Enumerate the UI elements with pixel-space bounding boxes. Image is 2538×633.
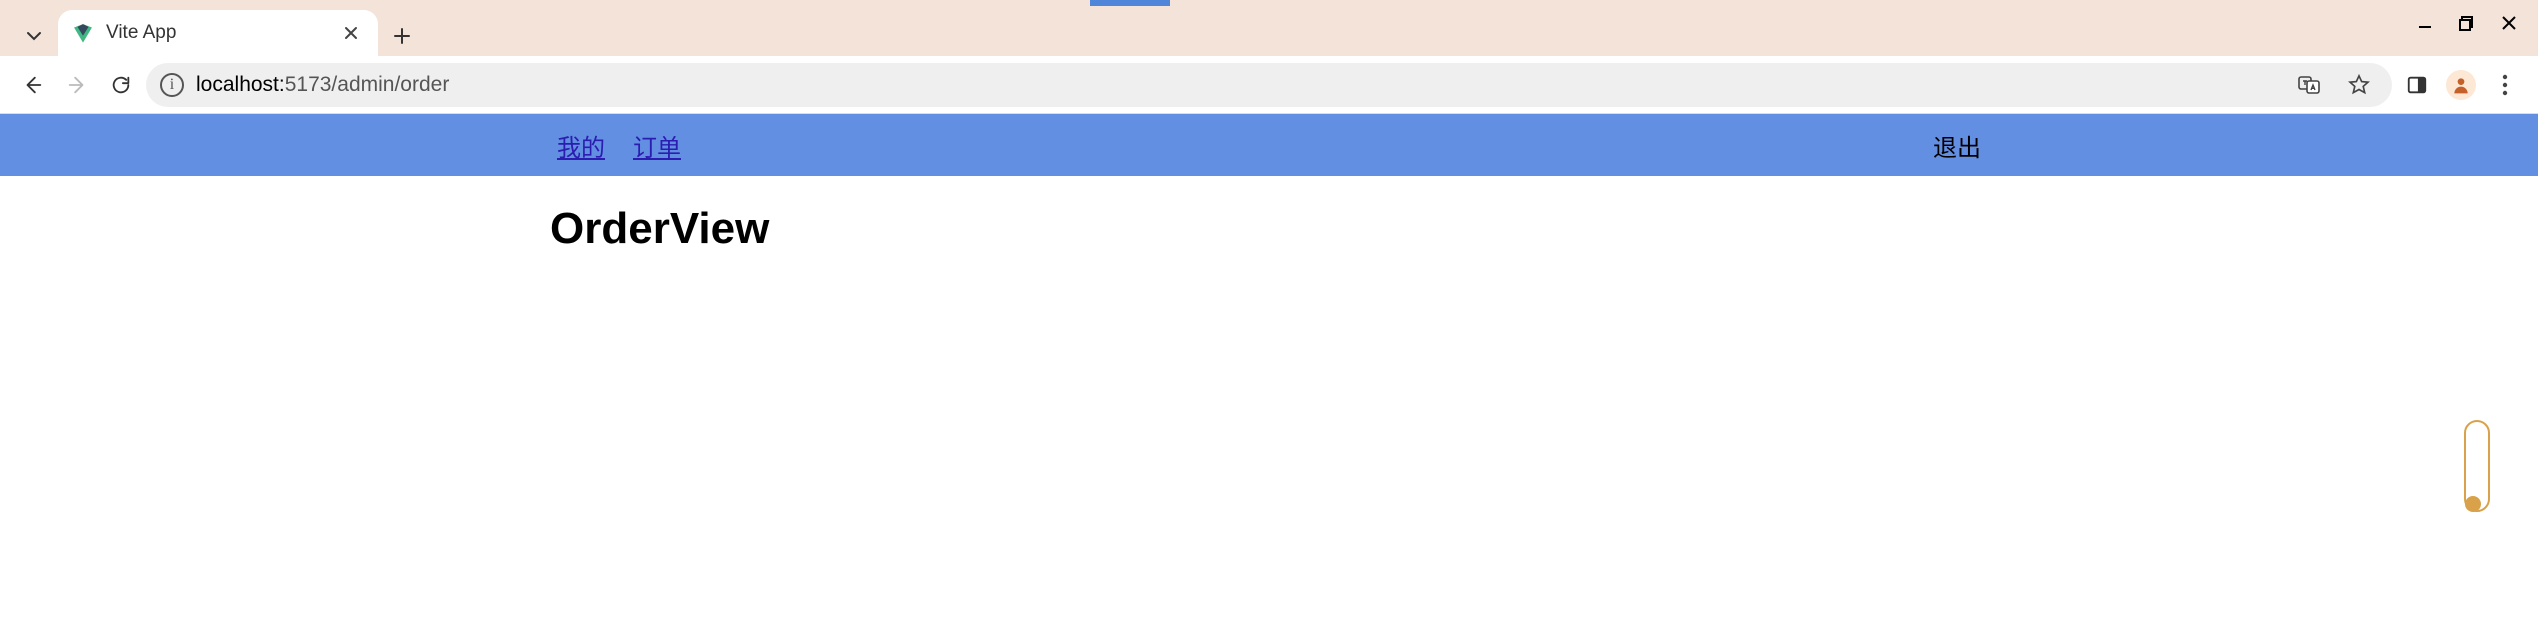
browser-toolbar: i localhost:5173/admin/order	[0, 56, 2538, 114]
arrow-left-icon	[22, 74, 44, 96]
side-panel-button[interactable]	[2398, 66, 2436, 104]
address-bar[interactable]: i localhost:5173/admin/order	[146, 63, 2392, 107]
page-viewport: 我的 订单 退出 OrderView	[0, 114, 2538, 633]
back-button[interactable]	[14, 66, 52, 104]
url-host: localhost:	[196, 73, 285, 96]
nav-link-order[interactable]: 订单	[633, 128, 681, 163]
profile-button[interactable]	[2442, 66, 2480, 104]
app-navbar: 我的 订单 退出	[0, 114, 2538, 176]
vite-favicon-icon	[72, 22, 94, 44]
plus-icon	[393, 27, 411, 45]
nav-logout[interactable]: 退出	[1933, 128, 1981, 163]
avatar-icon	[2446, 70, 2476, 100]
translate-button[interactable]	[2290, 66, 2328, 104]
reload-button[interactable]	[102, 66, 140, 104]
browser-tab-strip: Vite App	[0, 0, 2538, 56]
star-icon	[2348, 74, 2370, 96]
site-info-icon[interactable]: i	[160, 73, 184, 97]
navbar-inner: 我的 订单 退出	[549, 128, 1989, 163]
browser-tab-active[interactable]: Vite App	[58, 10, 378, 56]
floating-scroll-widget[interactable]	[2464, 420, 2490, 512]
url-path: 5173/admin/order	[285, 73, 450, 96]
kebab-menu-button[interactable]	[2486, 66, 2524, 104]
minimize-button[interactable]	[2416, 14, 2434, 32]
arrow-right-icon	[66, 74, 88, 96]
url-text: localhost:5173/admin/order	[196, 73, 449, 97]
nav-link-mine[interactable]: 我的	[557, 128, 605, 163]
new-tab-button[interactable]	[382, 16, 422, 56]
more-vertical-icon	[2502, 74, 2508, 96]
navbar-left: 我的 订单	[557, 128, 681, 163]
reload-icon	[110, 74, 132, 96]
tab-title: Vite App	[106, 22, 326, 44]
forward-button[interactable]	[58, 66, 96, 104]
page-title: OrderView	[550, 204, 2538, 254]
tab-close-button[interactable]	[338, 26, 364, 40]
bookmark-button[interactable]	[2340, 66, 2378, 104]
loading-bar	[1090, 0, 1170, 6]
maximize-button[interactable]	[2458, 14, 2476, 32]
panel-icon	[2406, 74, 2428, 96]
tablist-dropdown-button[interactable]	[14, 16, 54, 56]
chevron-down-icon	[26, 28, 42, 44]
close-window-button[interactable]	[2500, 14, 2518, 32]
window-controls	[2396, 0, 2538, 46]
translate-icon	[2297, 73, 2321, 97]
